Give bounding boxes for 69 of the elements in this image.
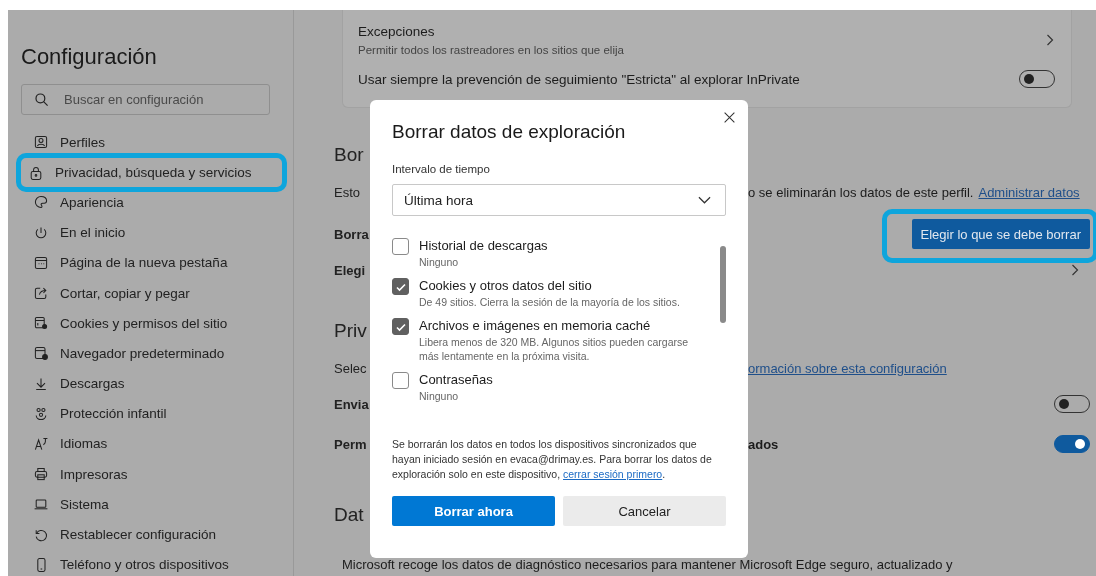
setting-label: Perm xyxy=(334,436,368,452)
exceptions-title: Excepciones xyxy=(358,24,436,39)
checkbox[interactable] xyxy=(392,318,409,335)
sync-note: Se borrarán los datos en todos los dispositivos sincronizados que hayan iniciado sesión en evaca@drimay.es. Para borrar los datos de exploración solo en este dispositivo, cerrar sesión primero. xyxy=(392,437,713,482)
setting-label: Selec xyxy=(334,360,368,376)
setting-label: ados xyxy=(748,436,779,452)
option-detail: Libera menos de 320 MB. Algunos sitios pueden cargarse más lentamente en la próxima visita. xyxy=(419,335,690,363)
option-title: Contraseñas xyxy=(419,372,493,387)
printer-icon xyxy=(33,466,49,483)
share-icon xyxy=(33,285,49,302)
dialog-title: Borrar datos de exploración xyxy=(392,121,627,143)
sidebar-item[interactable]: Restablecer configuración xyxy=(21,519,279,550)
search-icon xyxy=(34,92,50,108)
sidebar-item[interactable]: Impresoras xyxy=(21,459,279,490)
sidebar-item[interactable]: Cortar, copiar y pegar xyxy=(21,277,279,309)
profile-icon xyxy=(33,134,49,151)
option-title: Cookies y otros datos del sitio xyxy=(419,278,593,293)
sidebar-item[interactable]: Sistema xyxy=(21,489,279,520)
manage-data-link[interactable]: Administrar datos xyxy=(978,184,1080,200)
cancel-button[interactable]: Cancelar xyxy=(563,496,726,526)
setting-label: Elegi xyxy=(334,262,367,278)
sidebar-item[interactable]: Protección infantil xyxy=(21,398,279,429)
checkbox[interactable] xyxy=(392,278,409,295)
download-icon xyxy=(33,375,49,392)
option-title: Historial de descargas xyxy=(419,238,548,253)
power-icon xyxy=(33,224,49,241)
sidebar-item[interactable]: Descargas xyxy=(21,368,279,399)
sidebar-item[interactable]: Teléfono y otros dispositivos xyxy=(21,549,279,576)
sidebar-item[interactable]: Página de la nueva pestaña xyxy=(21,247,279,278)
clear-now-button[interactable]: Borrar ahora xyxy=(392,496,555,526)
section-heading: Priv xyxy=(334,320,368,342)
setting-label: Usar siempre la prevención de seguimiento "Estricta" al explorar InPrivate xyxy=(358,71,800,87)
option-detail: Ninguno xyxy=(419,255,460,269)
lock-icon xyxy=(28,164,44,181)
close-icon[interactable] xyxy=(723,111,736,124)
browser-icon xyxy=(33,345,49,362)
section-heading: Dat xyxy=(334,504,365,526)
setting-label: Envia xyxy=(334,396,370,412)
sidebar-item[interactable]: Cookies y permisos del sitio xyxy=(21,308,279,339)
exceptions-description: Permitir todos los rastreadores en los sitios que elija xyxy=(358,44,624,56)
option-title: Archivos e imágenes en memoria caché xyxy=(419,318,652,333)
option-detail: De 49 sitios. Cierra la sesión de la mayoría de los sitios. xyxy=(419,295,680,309)
sidebar-item[interactable]: Navegador predeterminado xyxy=(21,338,279,369)
language-icon xyxy=(33,435,49,452)
search-field[interactable]: Buscar en configuración xyxy=(21,84,270,115)
settings-title: Configuración xyxy=(21,44,158,70)
checkbox[interactable] xyxy=(392,238,409,255)
toggle-switch[interactable] xyxy=(1054,435,1090,453)
family-icon xyxy=(33,405,49,422)
diagnostic-text: Microsoft recoge los datos de diagnóstico necesarios para mantener Microsoft Edge seguro, actualizado y xyxy=(342,557,954,572)
section-heading: Bor xyxy=(334,144,365,166)
setting-label: Borra xyxy=(334,226,370,242)
scrollbar-thumb[interactable] xyxy=(720,246,726,323)
checkbox[interactable] xyxy=(392,372,409,389)
sidebar-item[interactable]: En el inicio xyxy=(21,217,279,248)
choose-button[interactable]: Elegir lo que se debe borrar xyxy=(911,219,1090,249)
chevron-right-icon[interactable] xyxy=(1045,33,1055,47)
window-icon xyxy=(33,254,49,271)
setting-label: Esto xyxy=(334,184,361,200)
option-detail: Ninguno xyxy=(419,389,460,403)
palette-icon xyxy=(33,194,49,211)
sidebar-item[interactable]: Idiomas xyxy=(21,428,279,460)
description-text: o se eliminarán los datos de este perfil. xyxy=(748,184,974,200)
field-label: Intervalo de tiempo xyxy=(392,163,491,175)
time-range-dropdown[interactable]: Última hora xyxy=(392,184,726,216)
info-link[interactable]: ormación sobre esta configuración xyxy=(748,360,947,376)
sidebar-item[interactable]: Privacidad, búsqueda y servicios xyxy=(16,153,287,193)
caret-icon xyxy=(698,196,711,204)
chevron-right-icon[interactable] xyxy=(1070,263,1080,277)
